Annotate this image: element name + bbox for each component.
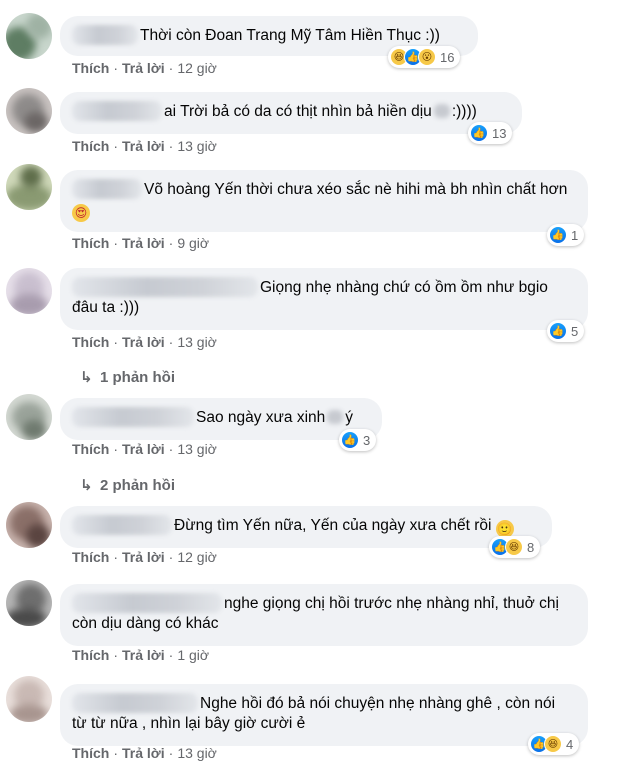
avatar[interactable]	[6, 676, 52, 722]
reply-link[interactable]: Trả lời	[122, 235, 165, 251]
timestamp[interactable]: 13 giờ	[177, 745, 217, 761]
comment-actions: Thích · Trả lời · 13 giờ	[72, 441, 217, 457]
reply-arrow-icon: ↳	[80, 477, 93, 494]
reply-arrow-icon: ↳	[80, 369, 93, 386]
reaction-summary[interactable]: 👍 5	[547, 320, 585, 342]
like-icon: 👍	[341, 431, 359, 449]
comment-text: Sao ngày xưa xinh	[196, 409, 326, 426]
like-link[interactable]: Thích	[72, 441, 109, 457]
like-icon: 👍	[549, 226, 567, 244]
comment-actions: Thích · Trả lời · 12 giờ	[72, 60, 217, 76]
like-link[interactable]: Thích	[72, 235, 109, 251]
blurred-author-name[interactable]	[72, 593, 222, 613]
blurred-author-name[interactable]	[72, 179, 142, 199]
reaction-count: 13	[492, 125, 507, 141]
blurred-author-name[interactable]	[72, 515, 172, 535]
view-replies-link[interactable]: ↳ 1 phản hồi	[80, 368, 175, 386]
reply-link[interactable]: Trả lời	[122, 60, 165, 76]
reply-link[interactable]: Trả lời	[122, 441, 165, 457]
comment-text: Đừng tìm Yến nữa, Yến của ngày xưa chết …	[174, 517, 492, 534]
wow-icon: 😮	[418, 48, 436, 66]
reaction-count: 16	[440, 49, 455, 65]
reply-link[interactable]: Trả lời	[122, 745, 165, 761]
blurred-word	[433, 104, 450, 118]
comment-text: Võ hoàng Yến thời chưa xéo sắc nè hihi m…	[144, 181, 568, 198]
comment-bubble: Đừng tìm Yến nữa, Yến của ngày xưa chết …	[60, 506, 552, 548]
blurred-author-name[interactable]	[72, 407, 194, 427]
like-link[interactable]: Thích	[72, 138, 109, 154]
reaction-summary[interactable]: 👍 3	[339, 429, 377, 451]
timestamp[interactable]: 12 giờ	[177, 549, 217, 565]
like-link[interactable]: Thích	[72, 60, 109, 76]
reaction-count: 5	[571, 323, 579, 339]
blurred-word	[327, 410, 344, 424]
reply-link[interactable]: Trả lời	[122, 334, 165, 350]
avatar[interactable]	[6, 268, 52, 314]
avatar[interactable]	[6, 88, 52, 134]
timestamp[interactable]: 13 giờ	[177, 441, 217, 457]
heart-eyes-emoji: 😍	[72, 204, 90, 222]
timestamp[interactable]: 9 giờ	[177, 235, 209, 251]
comment-actions: Thích · Trả lời · 1 giờ	[72, 647, 210, 663]
like-link[interactable]: Thích	[72, 745, 109, 761]
avatar[interactable]	[6, 580, 52, 626]
comment-bubble: ai Trời bả có da có thịt nhìn bả hiền dị…	[60, 92, 522, 134]
comment-actions: Thích · Trả lời · 13 giờ	[72, 334, 217, 350]
comment-actions: Thích · Trả lời · 13 giờ	[72, 138, 217, 154]
comment-actions: Thích · Trả lời · 12 giờ	[72, 549, 217, 565]
reply-link[interactable]: Trả lời	[122, 647, 165, 663]
like-link[interactable]: Thích	[72, 334, 109, 350]
comment-bubble: Nghe hồi đó bả nói chuyện nhẹ nhàng ghê …	[60, 684, 588, 746]
reaction-count: 8	[527, 539, 535, 555]
comment-actions: Thích · Trả lời · 9 giờ	[72, 235, 210, 251]
like-icon: 👍	[549, 322, 567, 340]
timestamp[interactable]: 13 giờ	[177, 334, 217, 350]
avatar[interactable]	[6, 394, 52, 440]
blurred-author-name[interactable]	[72, 277, 258, 297]
view-replies-link[interactable]: ↳ 2 phản hồi	[80, 476, 175, 494]
reaction-summary[interactable]: 👍 😆 4	[528, 733, 580, 755]
comment-text-tail: ý	[345, 409, 354, 426]
blurred-author-name[interactable]	[72, 25, 138, 45]
reply-link[interactable]: Trả lời	[122, 549, 165, 565]
reply-link[interactable]: Trả lời	[122, 138, 165, 154]
blurred-author-name[interactable]	[72, 101, 162, 121]
avatar[interactable]	[6, 13, 52, 59]
reaction-count: 4	[566, 736, 574, 752]
comment-bubble: Sao ngày xưa xinh ý	[60, 398, 382, 440]
comment-actions: Thích · Trả lời · 13 giờ	[72, 745, 217, 761]
haha-icon: 😆	[544, 735, 562, 753]
comment-bubble: Giọng nhẹ nhàng chứ có ồm ồm như bgio đâ…	[60, 268, 588, 330]
reaction-summary[interactable]: 👍 1	[547, 224, 585, 246]
reaction-summary[interactable]: 👍 😆 8	[489, 536, 541, 558]
reaction-count: 3	[363, 432, 371, 448]
comment-text: ai Trời bả có da có thịt nhìn bả hiền dị…	[164, 103, 432, 120]
avatar[interactable]	[6, 164, 52, 210]
reaction-count: 1	[571, 227, 579, 243]
like-link[interactable]: Thích	[72, 549, 109, 565]
timestamp[interactable]: 13 giờ	[177, 138, 217, 154]
comment-bubble: nghe giọng chị hồi trước nhẹ nhàng nhỉ, …	[60, 584, 588, 646]
like-link[interactable]: Thích	[72, 647, 109, 663]
avatar[interactable]	[6, 502, 52, 548]
reaction-summary[interactable]: 😆 👍 😮 16	[388, 46, 461, 68]
timestamp[interactable]: 1 giờ	[177, 647, 209, 663]
haha-icon: 😆	[505, 538, 523, 556]
blurred-author-name[interactable]	[72, 693, 198, 713]
timestamp[interactable]: 12 giờ	[177, 60, 217, 76]
comment-text: Thời còn Đoan Trang Mỹ Tâm Hiền Thục :))	[140, 27, 440, 44]
reaction-summary[interactable]: 👍 13	[468, 122, 513, 144]
like-icon: 👍	[470, 124, 488, 142]
comment-bubble: Võ hoàng Yến thời chưa xéo sắc nè hihi m…	[60, 170, 588, 232]
comment-text-tail: :))))	[451, 103, 477, 120]
